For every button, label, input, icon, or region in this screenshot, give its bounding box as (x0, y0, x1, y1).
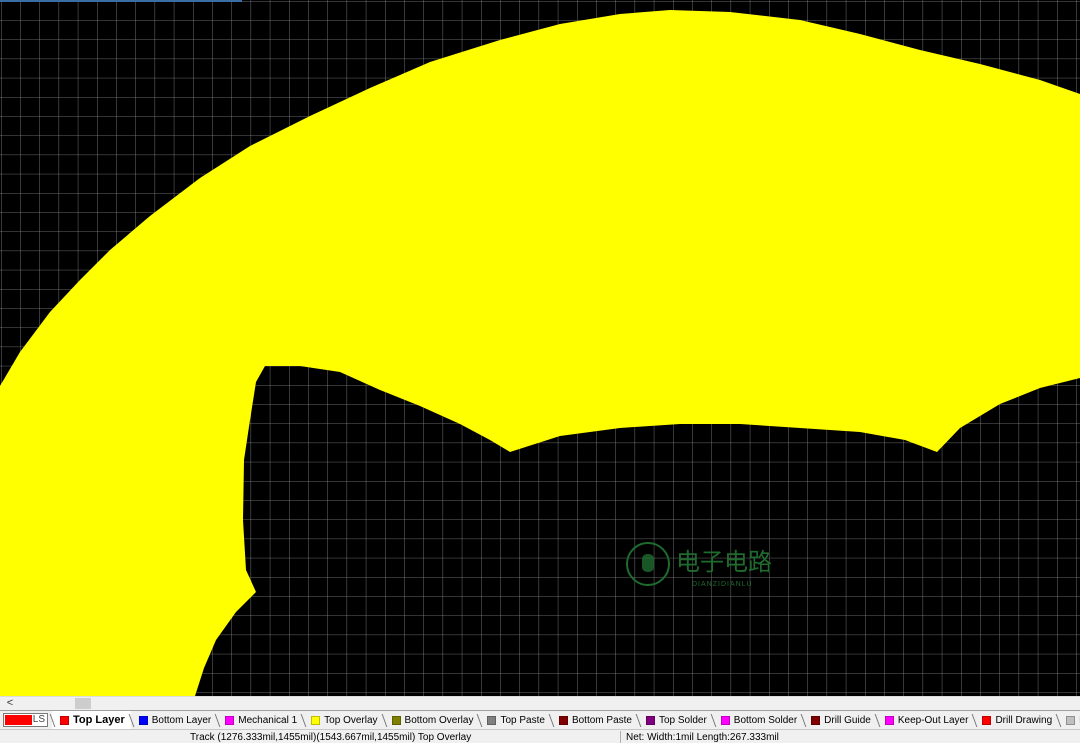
layer-tabs: Top Layer Bottom Layer Mechanical 1 Top Ove… (52, 711, 1080, 729)
layer-set-color-swatch (5, 715, 32, 725)
layer-tab-label: Top Layer (73, 714, 125, 726)
watermark-en-text: DIANZIDIANLU (692, 581, 753, 588)
layer-tab-drill-guide[interactable]: Drill Guide (803, 711, 877, 729)
status-bar: Track (1276.333mil,1455mil)(1543.667mil,… (0, 729, 1080, 743)
watermark-logo: 电子电路 DIANZIDIANLU (626, 542, 772, 588)
layer-color-swatch (60, 715, 69, 725)
pcb-board-view[interactable] (0, 0, 1080, 696)
layer-tab-label: Keep-Out Layer (897, 714, 969, 726)
layer-color-swatch (884, 715, 894, 725)
layer-tab-label: Drill Guide (824, 714, 871, 726)
layer-tab-label: Top Overlay (324, 714, 378, 726)
pcb-canvas[interactable]: 电子电路 DIANZIDIANLU (0, 0, 1080, 696)
layer-color-swatch (1066, 715, 1076, 725)
layer-tab-top-paste[interactable]: Top Paste (479, 711, 550, 729)
layer-color-swatch (311, 715, 321, 725)
scroll-left-arrow-icon[interactable]: < (4, 697, 16, 710)
layer-tab-label: Top Solder (658, 714, 707, 726)
layer-tab-bottom-overlay[interactable]: Bottom Overlay (384, 711, 480, 729)
layer-tab-top-overlay[interactable]: Top Overlay (303, 711, 383, 729)
layer-tab-top-solder[interactable]: Top Solder (638, 711, 713, 729)
layer-tab-bar: LS Top Layer Bottom Layer Mechanical 1 Top … (0, 710, 1080, 729)
layer-tab-bottom-paste[interactable]: Bottom Paste (551, 711, 638, 729)
layer-tab-label: Drill Drawing (995, 714, 1053, 726)
watermark-bulb-icon (642, 554, 654, 572)
layer-color-swatch (487, 715, 497, 725)
title-strip (0, 0, 242, 2)
layer-tab-label: Bottom Paste (571, 714, 632, 726)
layer-tab-bottom-layer[interactable]: Bottom Layer (131, 711, 217, 729)
layer-color-swatch (225, 715, 235, 725)
layer-color-swatch (558, 715, 568, 725)
status-selection-info: Track (1276.333mil,1455mil)(1543.667mil,… (190, 732, 472, 743)
layer-tab-label: Bottom Layer (151, 714, 212, 726)
layer-color-swatch (645, 715, 655, 725)
layer-tab-top-layer[interactable]: Top Layer (52, 711, 131, 729)
horizontal-scrollbar[interactable]: < (0, 696, 1080, 710)
layer-color-swatch (811, 715, 821, 725)
layer-tab-label: Bottom Solder (733, 714, 798, 726)
scrollbar-thumb[interactable] (75, 698, 91, 709)
layer-tab-label: Mechanical 1 (238, 714, 298, 726)
layer-color-swatch (391, 715, 401, 725)
layer-color-swatch (982, 715, 992, 725)
layer-set-label: LS (32, 714, 45, 725)
layer-tab-bottom-solder[interactable]: Bottom Solder (713, 711, 803, 729)
watermark-cn-text: 电子电路 (676, 549, 772, 576)
layer-tab-label: Bottom Overlay (404, 714, 474, 726)
layer-set-button[interactable]: LS (3, 713, 48, 727)
layer-tab-label: Top Paste (500, 714, 545, 726)
layer-tab-drill-drawing[interactable]: Drill Drawing (974, 711, 1058, 729)
layer-color-swatch (720, 715, 730, 725)
layer-tab-multi-layer[interactable]: Multi-Layer (1058, 711, 1080, 729)
layer-color-swatch (138, 715, 148, 725)
status-divider (620, 731, 621, 743)
layer-tab-mechanical-1[interactable]: Mechanical 1 (217, 711, 303, 729)
layer-tab-keep-out-layer[interactable]: Keep-Out Layer (877, 711, 975, 729)
status-net-info: Net: Width:1mil Length:267.333mil (626, 732, 779, 743)
